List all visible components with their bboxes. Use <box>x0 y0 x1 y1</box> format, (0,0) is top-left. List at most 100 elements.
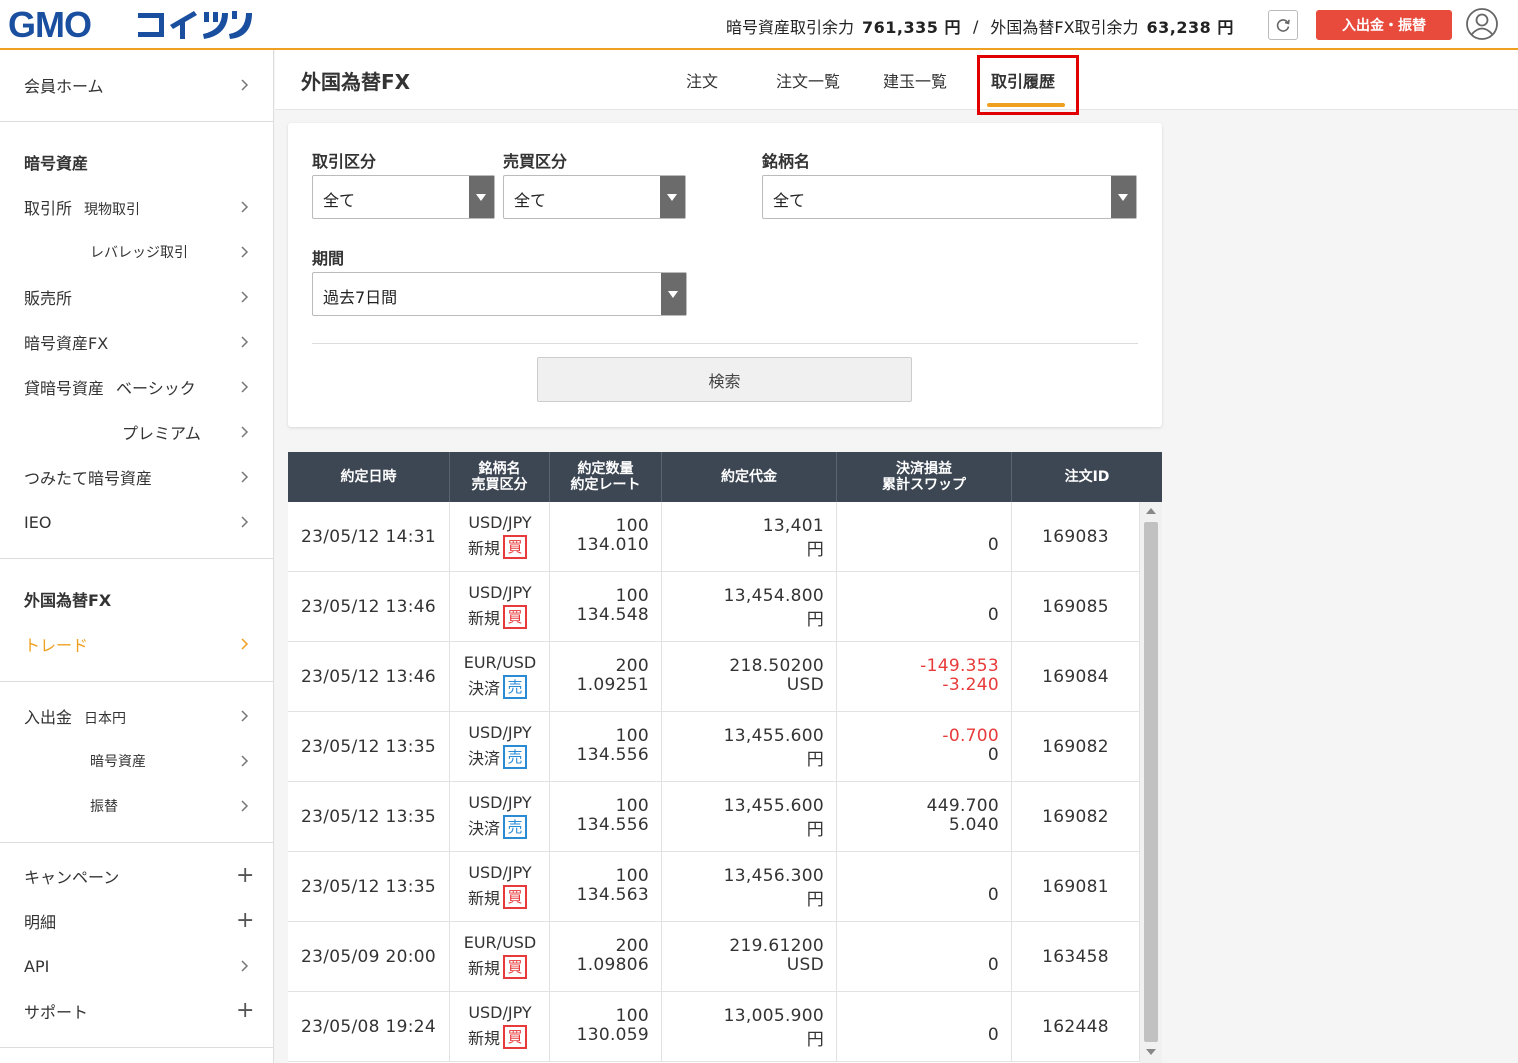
chevron-right-icon <box>241 960 249 972</box>
chevron-down-icon <box>1111 176 1136 218</box>
trade-kind-label: 新規 <box>468 609 501 628</box>
quantity-value: 100 <box>615 1006 649 1026</box>
sidebar-item-label: 入出金 日本円 <box>24 704 126 728</box>
deposit-label: 入出金 <box>24 708 73 727</box>
logo-graphic: GMO <box>8 7 252 41</box>
table-row[interactable]: 23/05/12 14:31 USD/JPY 新規買 100 134.010 13,401… <box>288 502 1140 572</box>
cell-date: 23/05/08 19:24 <box>288 992 450 1062</box>
scroll-up-icon[interactable] <box>1146 508 1156 514</box>
cell-symbol: EUR/USD 決済売 <box>450 642 550 712</box>
quantity-value: 200 <box>615 656 649 676</box>
trade-kind-label: 決済 <box>468 749 501 768</box>
tab-position-list[interactable]: 建玉一覧 <box>883 68 947 92</box>
cell-quantity: 100 130.059 <box>550 992 662 1062</box>
sidebar-item-crypto-fx[interactable]: 暗号資産FX <box>0 322 274 362</box>
tab-order[interactable]: 注文 <box>686 68 718 92</box>
refresh-button[interactable] <box>1268 10 1298 40</box>
header-label: 売買区分 <box>471 477 528 493</box>
sidebar-item-label: 会員ホーム <box>24 77 104 96</box>
sidebar-item-tsumitate[interactable]: つみたて暗号資産 <box>0 457 274 497</box>
sidebar-item-support[interactable]: サポート + <box>0 991 274 1031</box>
deposit-jpy-label: 日本円 <box>84 711 127 727</box>
sidebar-item-api[interactable]: API <box>0 946 274 986</box>
currency-pair: USD/JPY <box>468 723 532 742</box>
period-select[interactable]: 過去7日間 <box>312 272 687 316</box>
sidebar-item-label: 暗号資産FX <box>24 334 109 353</box>
cell-date: 23/05/12 13:46 <box>288 642 450 712</box>
sidebar-item-statement[interactable]: 明細 + <box>0 901 274 941</box>
exchange-label: 取引所 <box>24 199 73 218</box>
table-row[interactable]: 23/05/12 13:35 USD/JPY 決済売 100 134.556 13,455… <box>288 782 1140 852</box>
search-button[interactable]: 検索 <box>537 357 912 402</box>
sidebar-item-home[interactable]: 会員ホーム <box>0 65 274 105</box>
cell-symbol: USD/JPY 決済売 <box>450 712 550 782</box>
pl-value: 449.700 <box>926 796 999 816</box>
sidebar-item-sales[interactable]: 販売所 <box>0 277 274 317</box>
currency-pair: EUR/USD <box>463 933 537 952</box>
amount-value: 13,005.900 <box>723 1006 824 1026</box>
cell-date: 23/05/12 13:35 <box>288 852 450 922</box>
sidebar-item-exchange-spot[interactable]: 取引所 現物取引 <box>0 187 274 227</box>
sidebar-item-lending-premium[interactable]: プレミアム <box>0 412 274 452</box>
header-label: 約定数量 <box>577 461 634 477</box>
tab-order-list[interactable]: 注文一覧 <box>776 68 840 92</box>
cell-pl: -149.353 -3.240 <box>837 642 1012 712</box>
table-row[interactable]: 23/05/12 13:46 USD/JPY 新規買 100 134.548 13,454… <box>288 572 1140 642</box>
side-badge: 買 <box>503 955 528 979</box>
cell-symbol: USD/JPY 決済売 <box>450 782 550 852</box>
scroll-down-icon[interactable] <box>1146 1049 1156 1055</box>
deposit-transfer-button[interactable]: 入出金・振替 <box>1316 10 1452 40</box>
lending-basic-label: ベーシック <box>116 379 196 398</box>
cell-order-id: 169084 <box>1012 642 1140 712</box>
header-label: 累計スワップ <box>882 477 966 493</box>
sidebar-item-label: キャンペーン <box>24 868 120 887</box>
trade-type-select[interactable]: 全て <box>312 175 495 219</box>
quantity-value: 100 <box>615 586 649 606</box>
side-badge: 売 <box>503 745 528 769</box>
side-select[interactable]: 全て <box>503 175 686 219</box>
column-header-order-id: 注文ID <box>1012 452 1162 502</box>
symbol-select[interactable]: 全て <box>762 175 1137 219</box>
user-account-button[interactable] <box>1465 7 1499 41</box>
sidebar-item-label: サポート <box>24 1003 89 1022</box>
rate-value: 1.09251 <box>576 675 649 695</box>
table-row[interactable]: 23/05/12 13:35 USD/JPY 決済売 100 134.556 13,455… <box>288 712 1140 782</box>
side-badge: 買 <box>503 535 528 559</box>
header-label: 銘柄名 <box>478 461 521 477</box>
table-row[interactable]: 23/05/12 13:35 USD/JPY 新規買 100 134.563 13,456… <box>288 852 1140 922</box>
scroll-thumb[interactable] <box>1144 522 1158 1042</box>
swap-value: -3.240 <box>942 675 999 695</box>
page-tab-bar: 外国為替FX 注文 注文一覧 建玉一覧 取引履歴 <box>275 50 1518 110</box>
balance-summary: 暗号資産取引余力 761,335 円 / 外国為替FX取引余力 63,238 円 <box>726 14 1234 38</box>
column-header-quantity: 約定数量 約定レート <box>550 452 662 502</box>
trade-history-table: 約定日時 銘柄名 売買区分 約定数量 約定レート 約定代金 決済損益 累計スワップ 注… <box>288 452 1162 1063</box>
sidebar-item-deposit-crypto[interactable]: 暗号資産 <box>0 741 274 781</box>
cell-order-id: 169085 <box>1012 572 1140 642</box>
refresh-icon <box>1276 19 1290 32</box>
cell-symbol: USD/JPY 新規買 <box>450 992 550 1062</box>
trade-kind-label: 決済 <box>468 819 501 838</box>
sidebar-item-transfer[interactable]: 振替 <box>0 786 274 826</box>
sidebar-item-label: 貸暗号資産 ベーシック <box>24 375 196 399</box>
sidebar-item-label: API <box>24 956 50 976</box>
pl-value: -149.353 <box>920 656 999 676</box>
sidebar-item-label: トレード <box>24 636 89 655</box>
sidebar-item-deposit-jpy[interactable]: 入出金 日本円 <box>0 696 274 736</box>
cell-pl: 0 <box>837 502 1012 572</box>
currency-pair: USD/JPY <box>468 793 532 812</box>
cell-date: 23/05/12 14:31 <box>288 502 450 572</box>
filter-panel: 取引区分 全て 売買区分 全て 銘柄名 全て 期間 過去7日間 検索 <box>288 123 1162 427</box>
sidebar-item-campaign[interactable]: キャンペーン + <box>0 856 274 896</box>
side-value: 全て <box>514 191 547 210</box>
sidebar-item-ieo[interactable]: IEO <box>0 502 274 542</box>
table-row[interactable]: 23/05/09 20:00 EUR/USD 新規買 200 1.09806 219.61… <box>288 922 1140 992</box>
sidebar-item-exchange-leverage[interactable]: レバレッジ取引 <box>0 232 274 272</box>
sidebar-item-trade[interactable]: トレード <box>0 624 274 664</box>
cell-amount: 219.61200 USD <box>662 922 837 992</box>
table-row[interactable]: 23/05/08 19:24 USD/JPY 新規買 100 130.059 13,005… <box>288 992 1140 1062</box>
sidebar-item-lending-basic[interactable]: 貸暗号資産 ベーシック <box>0 367 274 407</box>
chevron-right-icon <box>241 800 249 812</box>
gmo-coin-logo[interactable]: GMO <box>8 6 264 42</box>
table-scrollbar[interactable] <box>1140 502 1162 1063</box>
table-row[interactable]: 23/05/12 13:46 EUR/USD 決済売 200 1.09251 218.50… <box>288 642 1140 712</box>
